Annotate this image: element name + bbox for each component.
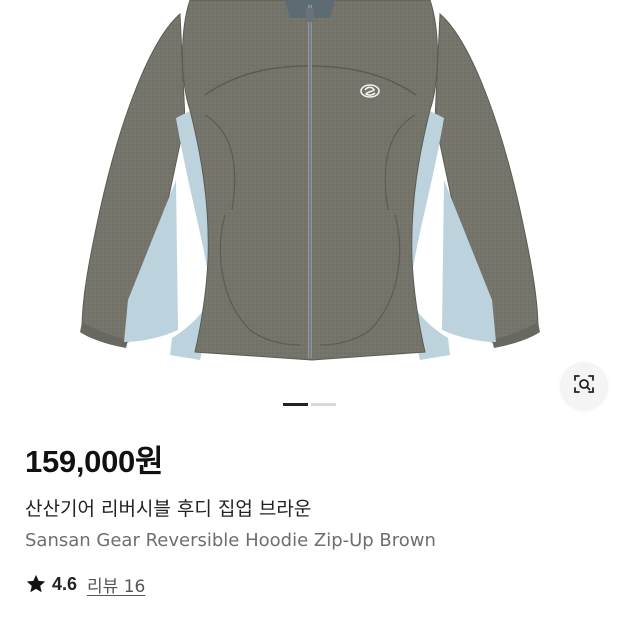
carousel-dot-active[interactable] <box>283 403 308 406</box>
rating-value: 4.6 <box>52 573 78 594</box>
product-image[interactable] <box>0 0 620 380</box>
image-search-button[interactable] <box>560 362 608 410</box>
product-name-korean: 산산기어 리버시블 후디 집업 브라운 <box>25 498 312 520</box>
carousel-indicator[interactable] <box>283 403 337 406</box>
product-price: 159,000원 <box>25 444 164 479</box>
rating-row: 4.6 리뷰 16 <box>25 571 145 597</box>
carousel-dot[interactable] <box>311 403 336 406</box>
image-search-icon <box>572 372 596 400</box>
star-icon <box>25 573 47 595</box>
review-link[interactable]: 리뷰 16 <box>87 572 145 597</box>
product-name-english: Sansan Gear Reversible Hoodie Zip-Up Bro… <box>25 530 436 551</box>
